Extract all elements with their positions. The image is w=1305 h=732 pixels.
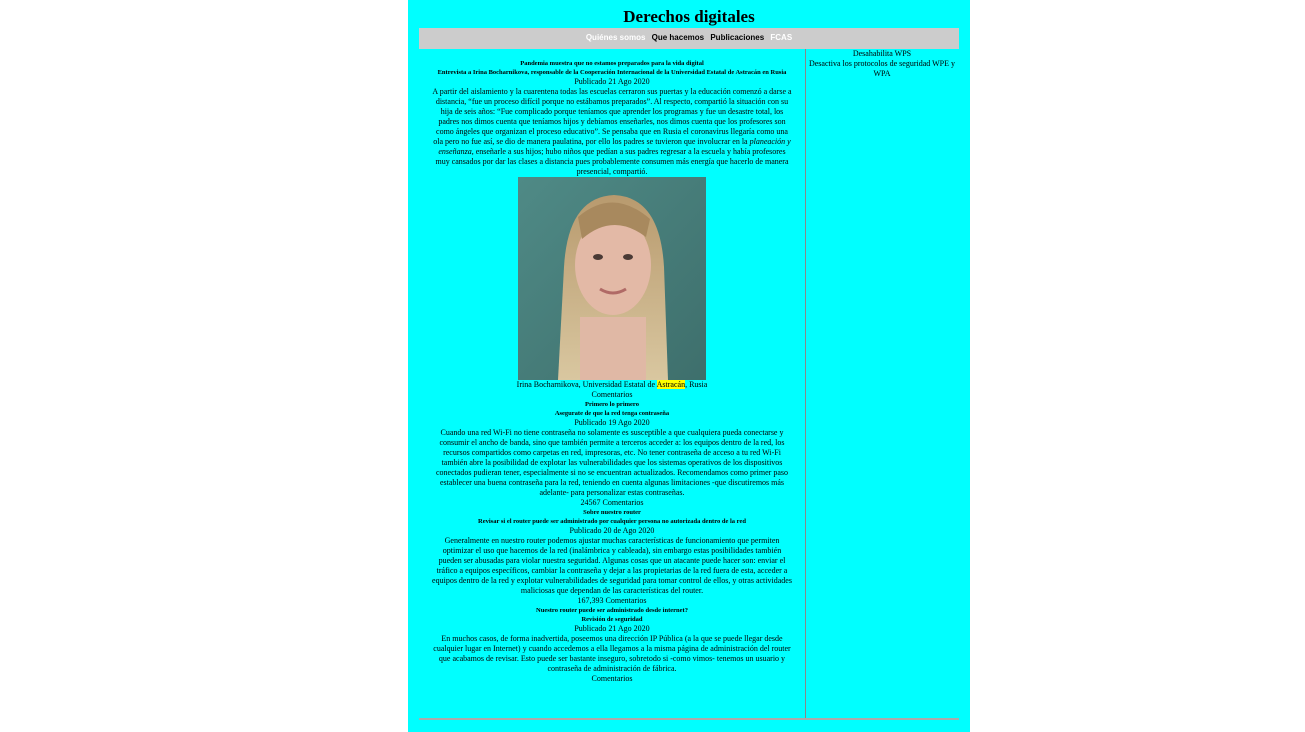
article-2: Primero lo primero Asegurate de que la r…	[431, 400, 793, 508]
comments-link[interactable]: Comentarios	[431, 674, 793, 684]
comments-link[interactable]: 24567 Comentarios	[431, 498, 793, 508]
articles: Pandemia muestra que no estamos preparad…	[431, 59, 793, 684]
article-headline: Sobre nuestro router	[583, 509, 641, 516]
article-date: Publicado 21 Ago 2020	[574, 624, 650, 633]
comments-link[interactable]: Comentarios	[431, 390, 793, 400]
article-body: A partir del aislamiento y la cuarentena…	[431, 87, 793, 177]
nav-publicaciones[interactable]: Publicaciones	[710, 33, 764, 42]
nav-bar: Quiénes somos Que hacemos Publicaciones …	[419, 28, 959, 49]
article-headline: Nuestro router puede ser administrado de…	[536, 607, 688, 614]
article-subhead: Revisar si el router puede ser administr…	[478, 518, 746, 525]
article-body: Cuando una red Wi-Fi no tiene contraseña…	[436, 428, 788, 497]
interview-photo	[518, 177, 706, 380]
article-date: Publicado 21 Ago 2020	[574, 77, 650, 86]
article-body: Generalmente en nuestro router podemos a…	[432, 536, 792, 595]
article-date: Publicado 19 Ago 2020	[574, 418, 650, 427]
article-body: En muchos casos, de forma inadvertida, p…	[433, 634, 791, 673]
sidebar: Desahabilita WPS Desactiva los protocolo…	[806, 49, 958, 79]
comments-link[interactable]: 167,393 Comentarios	[431, 596, 793, 606]
sidebar-item[interactable]: Desactiva los protocolos de seguridad WP…	[806, 59, 958, 79]
article-headline: Pandemia muestra que no estamos preparad…	[520, 60, 704, 67]
nav-que-hacemos[interactable]: Que hacemos	[652, 33, 704, 42]
article-headline: Primero lo primero	[585, 401, 639, 408]
main-column: Pandemia muestra que no estamos preparad…	[419, 49, 806, 719]
caption-text: Irina Bocharnikova, Universidad Estatal …	[516, 380, 657, 389]
site-title: Derechos digitales	[623, 7, 755, 26]
caption-highlight: Astracán	[656, 380, 686, 389]
nav-fcas[interactable]: FCAS	[770, 33, 792, 42]
article-subhead: Entrevista a Irina Bocharnikova, respons…	[437, 69, 787, 76]
article-4: Nuestro router puede ser administrado de…	[431, 606, 793, 684]
article-date: Publicado 20 de Ago 2020	[569, 526, 655, 535]
footer-divider	[419, 718, 959, 720]
body-text: A partir del aislamiento y la cuarentena…	[432, 87, 792, 146]
article-subhead: Revisión de seguridad	[581, 616, 643, 623]
page-container: Derechos digitales Quiénes somos Que hac…	[408, 0, 970, 732]
body-text: , enseñarle a sus hijos; hubo niños que …	[435, 147, 789, 176]
article-subhead: Asegurate de que la red tenga contraseña	[554, 410, 670, 417]
article-3: Sobre nuestro router Revisar si el route…	[431, 508, 793, 606]
article-1: Pandemia muestra que no estamos preparad…	[431, 59, 793, 400]
caption-text: , Rusia	[685, 380, 708, 389]
sidebar-item[interactable]: Desahabilita WPS	[806, 49, 958, 59]
nav-quienes-somos[interactable]: Quiénes somos	[586, 33, 646, 42]
photo-caption: Irina Bocharnikova, Universidad Estatal …	[431, 380, 793, 390]
